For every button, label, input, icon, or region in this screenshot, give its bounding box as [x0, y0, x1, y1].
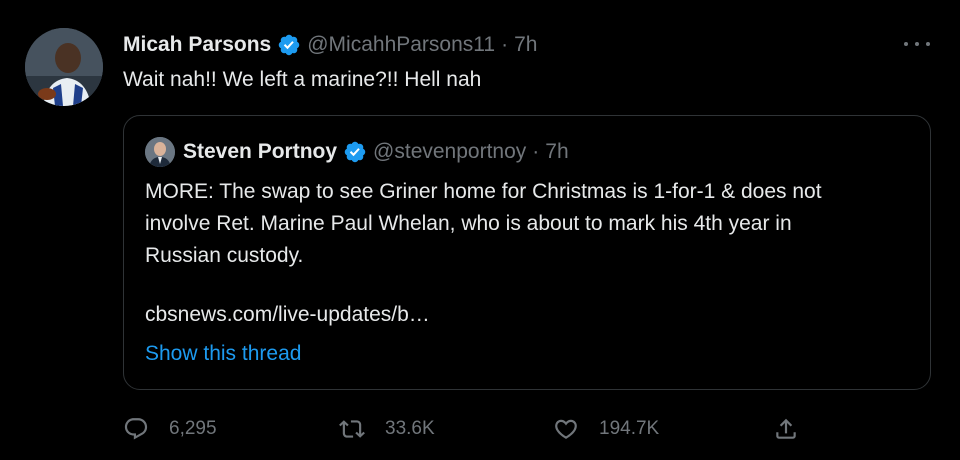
quoted-link[interactable]: cbsnews.com/live-updates/b…: [145, 303, 430, 327]
heart-icon: [555, 419, 577, 439]
quoted-tweet-header: Steven Portnoy @stevenportnoy · 7h: [145, 137, 569, 167]
separator-dot: ·: [501, 33, 509, 56]
quoted-text-line: MORE: The swap to see Griner home for Ch…: [145, 180, 822, 203]
quoted-author-handle[interactable]: @stevenportnoy: [373, 140, 526, 164]
tweet-text: Wait nah!! We left a marine?!! Hell nah: [123, 68, 482, 91]
quoted-author-name[interactable]: Steven Portnoy: [183, 140, 337, 164]
share-icon: [776, 418, 796, 439]
quoted-tweet-time[interactable]: 7h: [545, 140, 568, 164]
verified-badge-icon: [277, 33, 301, 57]
reply-icon: [124, 418, 148, 440]
reply-count: 6,295: [169, 418, 217, 439]
quoted-avatar: [145, 137, 175, 167]
retweet-count: 33.6K: [385, 418, 435, 439]
reply-button[interactable]: 6,295: [123, 412, 217, 446]
share-button[interactable]: [773, 412, 799, 446]
author-handle[interactable]: @MicahhParsons11: [307, 33, 495, 57]
quoted-tweet-text: MORE: The swap to see Griner home for Ch…: [145, 176, 905, 272]
like-button[interactable]: 194.7K: [553, 412, 659, 446]
quoted-text-line: Russian custody.: [145, 244, 304, 267]
quoted-tweet[interactable]: Steven Portnoy @stevenportnoy · 7h MORE:…: [123, 115, 931, 390]
like-count: 194.7K: [599, 418, 660, 439]
quoted-text-line: involve Ret. Marine Paul Whelan, who is …: [145, 212, 792, 235]
verified-badge-icon: [343, 140, 367, 164]
retweet-icon: [339, 420, 365, 438]
separator-dot: ·: [532, 140, 540, 163]
action-bar: 6,295 33.6K 194.7K: [123, 412, 813, 446]
author-name[interactable]: Micah Parsons: [123, 33, 271, 57]
tweet-time[interactable]: 7h: [514, 33, 537, 57]
show-thread-link[interactable]: Show this thread: [145, 342, 301, 366]
avatar[interactable]: [25, 28, 103, 106]
retweet-button[interactable]: 33.6K: [339, 412, 435, 446]
tweet-header: Micah Parsons @MicahhParsons11 · 7h: [123, 31, 537, 59]
avatar-image: [25, 28, 103, 106]
more-icon[interactable]: [904, 34, 930, 54]
